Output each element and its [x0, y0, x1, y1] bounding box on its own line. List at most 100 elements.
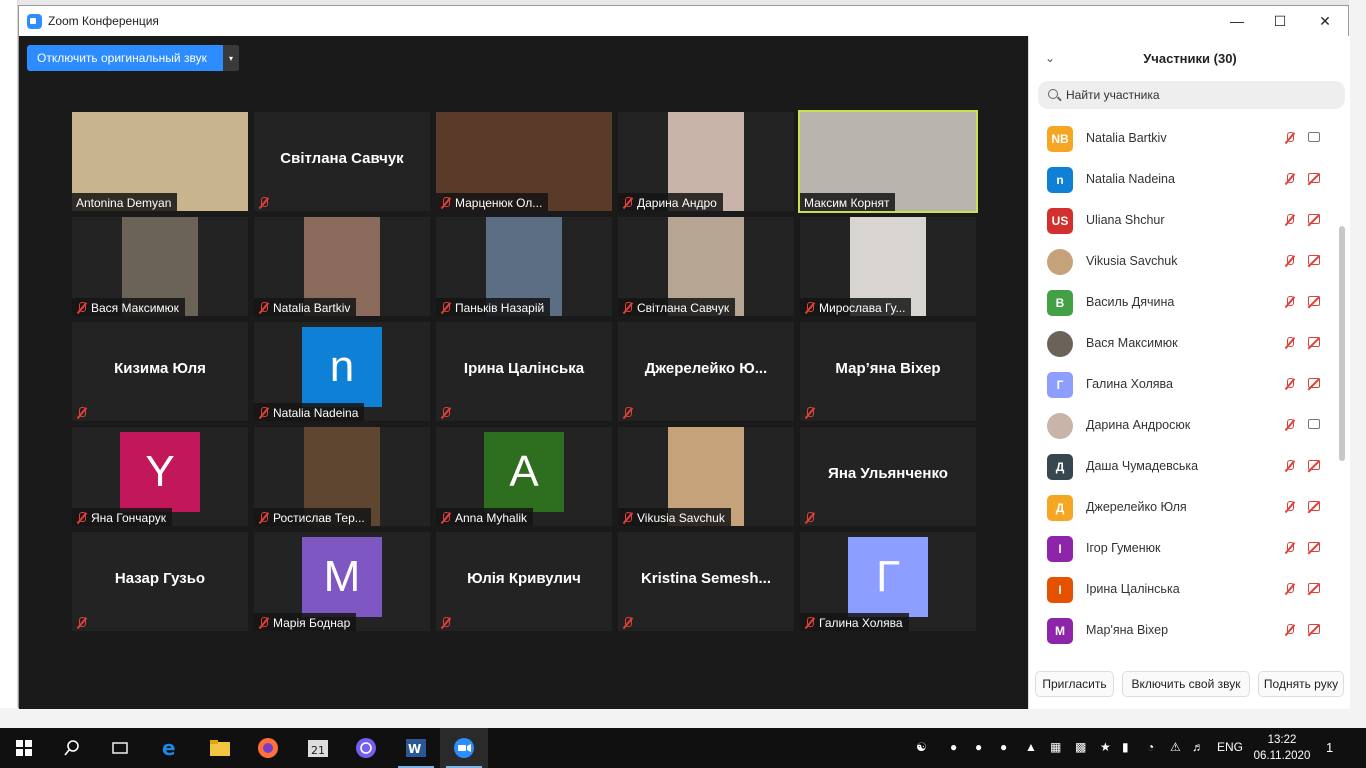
close-button[interactable]: ✕ [1302, 6, 1348, 36]
participants-scrollbar[interactable] [1339, 226, 1345, 461]
mic-muted-icon[interactable] [1284, 378, 1295, 390]
original-sound-button[interactable]: Отключить оригинальный звук ▾ [27, 45, 239, 71]
mic-muted-icon [258, 302, 269, 314]
video-tile[interactable]: Kristina Semesh... [618, 532, 794, 631]
mic-muted-icon[interactable] [1284, 173, 1295, 185]
video-tile[interactable]: Марценюк Ол... [436, 112, 612, 211]
video-tile[interactable]: Ростислав Тер... [254, 427, 430, 526]
display-tray-icon[interactable]: ▩ [1075, 740, 1086, 754]
participant-row[interactable]: Vikusia Savchuk [1029, 241, 1341, 282]
video-tile[interactable]: Мар’яна Віхер [800, 322, 976, 421]
start-button[interactable] [0, 728, 48, 768]
minimize-button[interactable]: — [1214, 6, 1260, 36]
video-tile[interactable]: Яна Ульянченко [800, 427, 976, 526]
task-view-button[interactable] [96, 728, 144, 768]
file-explorer-button[interactable] [196, 728, 244, 768]
mic-muted-icon[interactable] [1284, 337, 1295, 349]
video-tile[interactable]: Дарина Андро [618, 112, 794, 211]
battery-icon[interactable]: ▮ [1122, 740, 1129, 754]
viber-tray-icon[interactable]: ● [975, 740, 982, 754]
camera-off-icon[interactable] [1308, 542, 1324, 554]
word-button[interactable]: W [392, 728, 440, 768]
language-indicator[interactable]: ENG [1217, 740, 1243, 754]
search-taskbar-button[interactable] [48, 728, 96, 768]
mic-muted-icon[interactable] [1284, 419, 1295, 431]
video-tile[interactable]: Назар Гузьо [72, 532, 248, 631]
mic-muted-icon[interactable] [1284, 296, 1295, 308]
video-tile[interactable]: Natalia Bartkiv [254, 217, 430, 316]
participant-row[interactable]: В Василь Дячина [1029, 282, 1341, 323]
video-tile[interactable]: Світлана Савчук [254, 112, 430, 211]
video-tile[interactable]: Г Галина Холява [800, 532, 976, 631]
bluetooth-icon[interactable]: ★ [1100, 740, 1111, 754]
participant-row[interactable]: Дарина Андросюк [1029, 405, 1341, 446]
video-tile[interactable]: Vikusia Savchuk [618, 427, 794, 526]
participant-row[interactable]: Г Галина Холява [1029, 364, 1341, 405]
edge-button[interactable]: e [146, 728, 194, 768]
keyboard-tray-icon[interactable]: ▦ [1050, 740, 1061, 754]
mic-muted-icon[interactable] [1284, 255, 1295, 267]
zoom-taskbar-button[interactable] [440, 728, 488, 768]
mic-muted-icon[interactable] [1284, 460, 1295, 472]
participant-row[interactable]: M Мар'яна Віхер [1029, 610, 1341, 651]
camera-off-icon[interactable] [1308, 624, 1324, 636]
participant-row[interactable]: NB Natalia Bartkiv [1029, 118, 1341, 159]
video-tile[interactable]: Мирослава Гу... [800, 217, 976, 316]
video-tile[interactable]: Максим Корнят [798, 110, 978, 213]
video-tile[interactable]: Юлія Кривулич [436, 532, 612, 631]
firefox-button[interactable] [244, 728, 292, 768]
network-warning-icon[interactable]: ⚠ [1170, 740, 1181, 754]
mic-muted-icon[interactable] [1284, 501, 1295, 513]
people-icon[interactable]: ☯ [916, 740, 927, 754]
volume-icon[interactable]: ♬ [1192, 740, 1204, 754]
camera-off-icon[interactable] [1308, 460, 1324, 472]
invite-button[interactable]: Пригласить [1035, 671, 1114, 697]
chevron-down-icon[interactable]: ▾ [223, 45, 239, 71]
camera-off-icon[interactable] [1308, 501, 1324, 513]
video-tile[interactable]: Паньків Назарій [436, 217, 612, 316]
video-tile[interactable]: n Natalia Nadeina [254, 322, 430, 421]
video-tile[interactable]: Ірина Цалінська [436, 322, 612, 421]
video-tile[interactable]: Y Яна Гончарук [72, 427, 248, 526]
app-tray-icon[interactable]: ● [1000, 740, 1007, 754]
mic-muted-icon[interactable] [1284, 214, 1295, 226]
participant-row[interactable]: І Ігор Гуменюк [1029, 528, 1341, 569]
camera-off-icon[interactable] [1308, 173, 1324, 185]
maximize-button[interactable]: ☐ [1257, 6, 1303, 36]
camera-off-icon[interactable] [1308, 214, 1324, 226]
participant-row[interactable]: Д Джерелейко Юля [1029, 487, 1341, 528]
camera-off-icon[interactable] [1308, 583, 1324, 595]
participant-row[interactable]: Д Даша Чумадевська [1029, 446, 1341, 487]
camera-icon[interactable] [1308, 419, 1324, 431]
camera-off-icon[interactable] [1308, 378, 1324, 390]
video-tile[interactable]: Світлана Савчук [618, 217, 794, 316]
camera-off-icon[interactable] [1308, 255, 1324, 267]
wifi-tray-icon[interactable]: ▲ [1025, 740, 1037, 754]
video-tile[interactable]: Кизима Юля [72, 322, 248, 421]
video-tile[interactable]: Вася Максимюк [72, 217, 248, 316]
video-tile[interactable]: M Марія Боднар [254, 532, 430, 631]
raise-hand-button[interactable]: Поднять руку [1258, 671, 1344, 697]
participant-row[interactable]: n Natalia Nadeina [1029, 159, 1341, 200]
unmute-self-button[interactable]: Включить свой звук [1122, 671, 1250, 697]
camera-off-icon[interactable] [1308, 296, 1324, 308]
camera-off-icon[interactable] [1308, 337, 1324, 349]
mic-muted-icon[interactable] [1284, 624, 1295, 636]
participant-search-input[interactable]: Найти участника [1038, 81, 1345, 109]
viber-button[interactable] [342, 728, 390, 768]
mic-muted-icon[interactable] [1284, 132, 1295, 144]
video-tile[interactable]: Джерелейко Ю... [618, 322, 794, 421]
clock[interactable]: 13:22 06.11.2020 [1252, 732, 1312, 764]
notifications-button[interactable]: 1 [1326, 740, 1333, 755]
zoom-tray-icon[interactable]: ● [950, 740, 957, 754]
participant-row[interactable]: Вася Максимюк [1029, 323, 1341, 364]
video-tile[interactable]: Antonina Demyan [72, 112, 248, 211]
video-tile[interactable]: A Anna Myhalik [436, 427, 612, 526]
participant-row[interactable]: US Uliana Shchur [1029, 200, 1341, 241]
camera-icon[interactable] [1308, 132, 1324, 144]
mic-muted-icon[interactable] [1284, 583, 1295, 595]
network-icon[interactable]: ◔ [1147, 740, 1154, 754]
calendar-app-button[interactable]: 21 [294, 728, 342, 768]
mic-muted-icon[interactable] [1284, 542, 1295, 554]
participant-row[interactable]: І Ірина Цалінська [1029, 569, 1341, 610]
